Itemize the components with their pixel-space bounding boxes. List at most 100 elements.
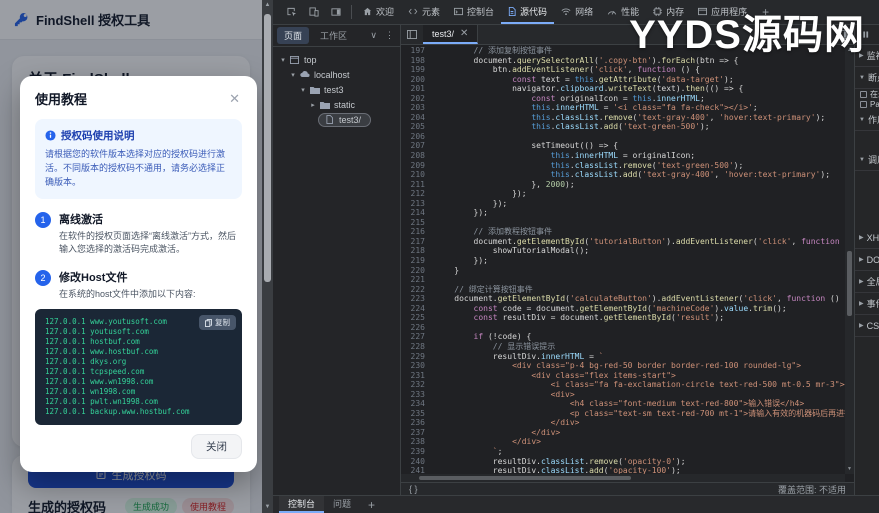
- line-number[interactable]: 217: [401, 237, 435, 247]
- line-number[interactable]: 206: [401, 132, 435, 142]
- line-number[interactable]: 216: [401, 227, 435, 237]
- line-number[interactable]: 238: [401, 437, 435, 447]
- devtools-tab-network[interactable]: 网络: [554, 0, 600, 24]
- editor-tab-test3[interactable]: test3/ ✕: [423, 25, 478, 44]
- line-number[interactable]: 214: [401, 208, 435, 218]
- tree-item-top[interactable]: ▾top: [273, 52, 400, 67]
- code-line[interactable]: }: [435, 266, 459, 276]
- code-line[interactable]: this.classList.remove('text-gray-400', '…: [435, 113, 825, 123]
- dock-side-icon[interactable]: [325, 0, 347, 24]
- line-number[interactable]: 215: [401, 218, 435, 228]
- debugger-section-5[interactable]: ▼调用堆栈: [855, 149, 879, 171]
- line-number[interactable]: 225: [401, 313, 435, 323]
- line-number[interactable]: 223: [401, 294, 435, 304]
- chevron-down-icon[interactable]: ∨: [368, 30, 379, 41]
- devtools-tab-elements[interactable]: 元素: [401, 0, 447, 24]
- line-number[interactable]: 203: [401, 103, 435, 113]
- vscrollbar-thumb[interactable]: [847, 251, 852, 316]
- toggle-navigator-icon[interactable]: [401, 25, 423, 44]
- code-line[interactable]: const text = this.getAttribute('data-tar…: [435, 75, 734, 85]
- code-line[interactable]: <i class="fa fa-exclamation-circle text-…: [435, 380, 845, 390]
- code-line[interactable]: this.innerHTML = '<i class="fa fa-check"…: [435, 103, 758, 113]
- tree-item-test3[interactable]: ▾test3: [273, 82, 400, 97]
- drawer-more-icon[interactable]: +: [360, 496, 383, 513]
- line-number[interactable]: 226: [401, 323, 435, 333]
- tree-item-static[interactable]: ▸static: [273, 97, 400, 112]
- line-number[interactable]: 229: [401, 352, 435, 362]
- line-number[interactable]: 232: [401, 380, 435, 390]
- code-line[interactable]: document.getElementById('calculateButton…: [435, 294, 845, 304]
- page-scrollbar[interactable]: ▲ ▼: [262, 0, 273, 513]
- copy-button[interactable]: 复制: [199, 315, 236, 330]
- debugger-section-6[interactable]: ▶XHR/提取断点: [855, 227, 879, 249]
- tab-page[interactable]: 页面: [277, 27, 309, 44]
- line-number[interactable]: 198: [401, 56, 435, 66]
- line-number[interactable]: 239: [401, 447, 435, 457]
- tree-expanded-icon[interactable]: ▾: [298, 86, 308, 94]
- code-line[interactable]: });: [435, 208, 488, 218]
- chevron-down-icon[interactable]: ▼: [859, 75, 865, 81]
- code-line[interactable]: <div class="p-4 bg-red-50 border border-…: [435, 361, 801, 371]
- code-line[interactable]: // 显示错误提示: [435, 342, 555, 352]
- tree-expanded-icon[interactable]: ▾: [288, 71, 298, 79]
- code-line[interactable]: });: [435, 256, 488, 266]
- line-number[interactable]: 211: [401, 180, 435, 190]
- code-line[interactable]: });: [435, 189, 527, 199]
- line-number[interactable]: 236: [401, 418, 435, 428]
- tree-collapsed-icon[interactable]: ▸: [308, 101, 318, 109]
- line-number[interactable]: 207: [401, 141, 435, 151]
- code-line[interactable]: // 绑定计算按钮事件: [435, 285, 533, 295]
- scroll-up-icon[interactable]: ▲: [262, 0, 273, 11]
- code-line[interactable]: this.classList.remove('text-green-500');: [435, 161, 743, 171]
- code-line[interactable]: <div>: [435, 390, 575, 400]
- more-menu-icon[interactable]: ⋮: [383, 30, 396, 41]
- line-number[interactable]: 221: [401, 275, 435, 285]
- line-number[interactable]: 228: [401, 342, 435, 352]
- code-line[interactable]: </div>: [435, 437, 541, 447]
- code-line[interactable]: </div>: [435, 428, 560, 438]
- debugger-section-1[interactable]: ▼断点: [855, 67, 879, 89]
- code-line[interactable]: `;: [435, 447, 502, 457]
- line-number[interactable]: 227: [401, 332, 435, 342]
- code-line[interactable]: <div class="flex items-start">: [435, 371, 676, 381]
- line-number[interactable]: 201: [401, 84, 435, 94]
- code-line[interactable]: }, 2000);: [435, 180, 575, 190]
- debugger-section-8[interactable]: ▶全局侦听器: [855, 271, 879, 293]
- line-number[interactable]: 235: [401, 409, 435, 419]
- pause-script-button[interactable]: [855, 25, 879, 45]
- line-number[interactable]: 212: [401, 189, 435, 199]
- code-line[interactable]: this.classList.add('text-green-500');: [435, 122, 710, 132]
- line-number[interactable]: 208: [401, 151, 435, 161]
- close-icon[interactable]: ✕: [227, 90, 242, 107]
- devtools-tab-memory[interactable]: 内存: [646, 0, 691, 24]
- pretty-print-button[interactable]: { }: [409, 484, 418, 494]
- scroll-up-icon[interactable]: ▲: [845, 46, 854, 55]
- line-number[interactable]: 210: [401, 170, 435, 180]
- line-number[interactable]: 231: [401, 371, 435, 381]
- page-scrollbar-thumb[interactable]: [264, 14, 271, 282]
- line-number[interactable]: 213: [401, 199, 435, 209]
- chevron-right-icon[interactable]: ▶: [859, 52, 864, 59]
- line-number[interactable]: 209: [401, 161, 435, 171]
- inspect-element-icon[interactable]: [281, 0, 303, 24]
- line-number[interactable]: 220: [401, 266, 435, 276]
- code-line[interactable]: // 添加复制按钮事件: [435, 46, 552, 56]
- line-number[interactable]: 234: [401, 399, 435, 409]
- tree-item-localhost[interactable]: ▾localhost: [273, 67, 400, 82]
- close-tab-icon[interactable]: ✕: [460, 28, 468, 39]
- device-toolbar-icon[interactable]: [303, 0, 325, 24]
- scroll-down-icon[interactable]: ▼: [262, 502, 273, 513]
- line-number[interactable]: 200: [401, 75, 435, 85]
- code-line[interactable]: if (!code) {: [435, 332, 531, 342]
- panel-right-icon[interactable]: [832, 25, 854, 44]
- drawer-tab-issues[interactable]: 问题: [324, 496, 360, 513]
- devtools-tab-performance[interactable]: 性能: [600, 0, 646, 24]
- scroll-down-icon[interactable]: ▼: [845, 465, 854, 474]
- debugger-section-9[interactable]: ▶事件侦听器断点: [855, 293, 879, 315]
- code-line[interactable]: <p class="text-sm text-red-700 mt-1">请输入…: [435, 409, 845, 419]
- hscrollbar-thumb[interactable]: [419, 476, 631, 480]
- editor-hscrollbar[interactable]: [401, 474, 845, 482]
- checkbox-icon[interactable]: [860, 91, 867, 98]
- drawer-tab-console[interactable]: 控制台: [279, 496, 324, 513]
- code-line[interactable]: navigator.clipboard.writeText(text).then…: [435, 84, 743, 94]
